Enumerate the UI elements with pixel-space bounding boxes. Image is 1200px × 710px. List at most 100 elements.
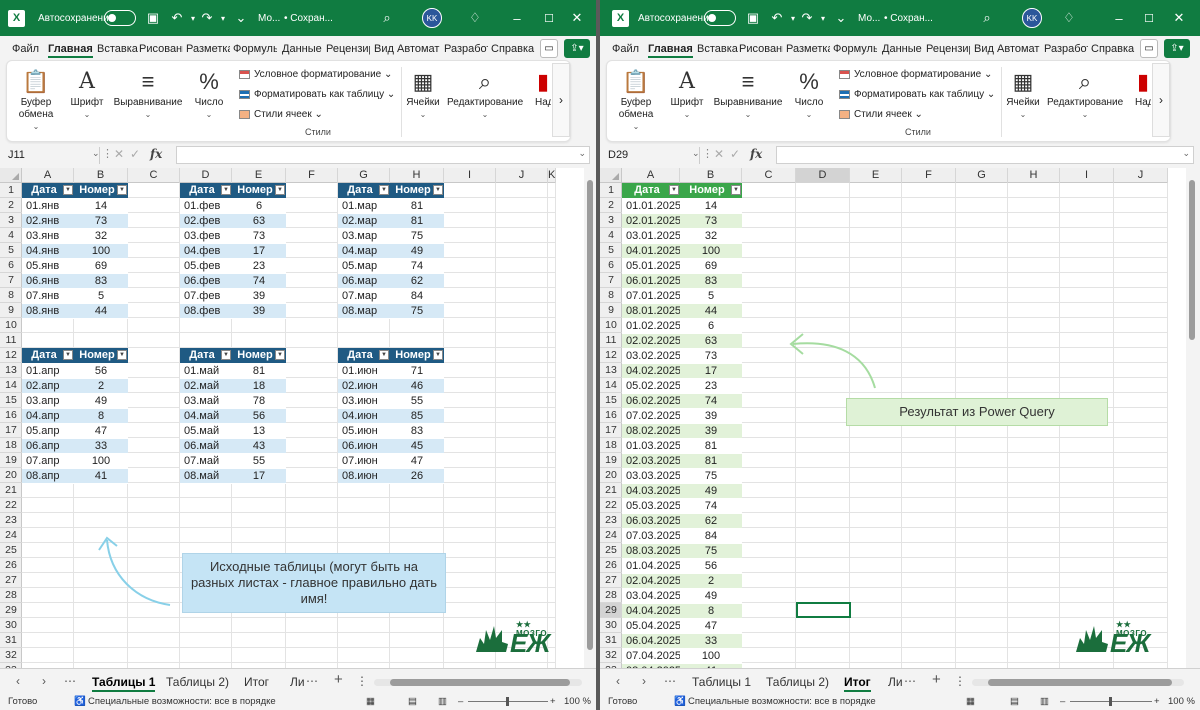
number-cell[interactable]: 100 (74, 453, 128, 469)
addins-group[interactable]: ▮ Над (1135, 61, 1151, 109)
cells-group[interactable]: ▦ Ячейки ⌄ (1003, 61, 1043, 121)
number-cell[interactable]: 44 (680, 303, 742, 319)
date-cell[interactable]: 04.янв (22, 243, 74, 259)
number-cell[interactable]: 5 (74, 288, 128, 304)
filter-dropdown-icon[interactable]: ▼ (117, 350, 127, 360)
column-header-e[interactable]: E (232, 168, 286, 183)
row-header[interactable]: 11 (0, 333, 22, 348)
number-cell[interactable]: 39 (680, 423, 742, 439)
confirm-entry-icon[interactable]: ✓ (130, 147, 140, 161)
tab-formulas[interactable]: Формулы (233, 43, 277, 55)
date-cell[interactable]: 02.01.2025 (622, 213, 680, 229)
row-header[interactable]: 29 (0, 603, 22, 618)
zoom-out-icon[interactable]: – (458, 696, 463, 707)
date-cell[interactable]: 03.янв (22, 228, 74, 244)
date-cell[interactable]: 04.фев (180, 243, 232, 259)
number-cell[interactable]: 81 (680, 438, 742, 454)
page-layout-icon[interactable]: ▤ (1010, 696, 1019, 707)
date-cell[interactable]: 06.янв (22, 273, 74, 289)
tab-automate[interactable]: Автомат (997, 43, 1041, 55)
sheet-tab-result[interactable]: Итог (844, 675, 871, 692)
number-column-header[interactable]: Номер ▼ (390, 183, 444, 199)
lightbulb-icon[interactable]: ♢ (466, 0, 484, 36)
row-header[interactable]: 12 (600, 348, 622, 363)
tab-file[interactable]: Файл (12, 43, 39, 55)
number-cell[interactable]: 81 (680, 453, 742, 469)
date-cell[interactable]: 06.май (180, 438, 232, 454)
excel-table[interactable]: Дата ▼ Номер ▼ 01.01.2025 14 02.01.2025 73 03.01… (622, 183, 742, 668)
date-cell[interactable]: 03.04.2025 (622, 588, 680, 604)
more-sheets-icon[interactable]: ⋯ (64, 674, 76, 688)
tab-home[interactable]: Главная (48, 43, 93, 58)
number-column-header[interactable]: Номер ▼ (390, 348, 444, 364)
search-icon[interactable]: ⌕ (978, 0, 996, 36)
number-column-header[interactable]: Номер ▼ (232, 348, 286, 364)
insert-function-icon[interactable]: fx (750, 147, 762, 161)
number-cell[interactable]: 26 (390, 468, 444, 484)
filter-dropdown-icon[interactable]: ▼ (221, 350, 231, 360)
maximize-icon[interactable]: ☐ (540, 0, 558, 36)
number-cell[interactable]: 17 (680, 363, 742, 379)
ribbon-more-button[interactable]: › (1152, 63, 1170, 137)
save-icon[interactable]: ▣ (144, 0, 162, 36)
alignment-group[interactable]: ≡ Выравнивание ⌄ (711, 61, 785, 121)
horizontal-scrollbar[interactable] (374, 679, 582, 686)
date-cell[interactable]: 03.апр (22, 393, 74, 409)
date-cell[interactable]: 01.фев (180, 198, 232, 214)
date-cell[interactable]: 07.июн (338, 453, 390, 469)
lightbulb-icon[interactable]: ♢ (1060, 0, 1078, 36)
number-cell[interactable]: 83 (74, 273, 128, 289)
number-group[interactable]: % Число ⌄ (189, 61, 229, 121)
expand-formula-bar-icon[interactable]: ⌄ (578, 148, 586, 159)
zoom-out-icon[interactable]: – (1060, 696, 1065, 707)
excel-table[interactable]: Дата ▼ Номер ▼ 01.апр 56 02.апр 2 03.апр 49 04.апр… (22, 348, 128, 484)
row-header[interactable]: 10 (600, 318, 622, 333)
number-cell[interactable]: 69 (680, 258, 742, 274)
sheet-tab-4[interactable]: Ли (290, 675, 305, 689)
date-cell[interactable]: 03.мар (338, 228, 390, 244)
tab-review[interactable]: Рецензир (326, 43, 370, 55)
date-cell[interactable]: 03.июн (338, 393, 390, 409)
share-icon[interactable]: ⇪▾ (564, 39, 590, 58)
column-header-a[interactable]: A (622, 168, 680, 183)
date-cell[interactable]: 08.фев (180, 303, 232, 319)
column-header-f[interactable]: F (902, 168, 956, 183)
zoom-knob[interactable] (1109, 697, 1112, 706)
date-column-header[interactable]: Дата ▼ (180, 183, 232, 199)
addins-group[interactable]: ▮ Над (535, 61, 551, 109)
tab-help[interactable]: Справка (491, 43, 535, 55)
date-cell[interactable]: 01.янв (22, 198, 74, 214)
comments-icon[interactable]: ▭ (540, 39, 558, 58)
number-cell[interactable]: 23 (232, 258, 286, 274)
filter-dropdown-icon[interactable]: ▼ (731, 185, 741, 195)
format-as-table-button[interactable]: Форматировать как таблицу ⌄ (839, 89, 995, 100)
font-group[interactable]: A Шрифт ⌄ (665, 61, 709, 121)
date-cell[interactable]: 08.май (180, 468, 232, 484)
column-header-d[interactable]: D (796, 168, 850, 183)
number-cell[interactable]: 81 (390, 198, 444, 214)
column-header-b[interactable]: B (680, 168, 742, 183)
horizontal-scroll-thumb[interactable] (390, 679, 570, 686)
row-header[interactable]: 19 (0, 453, 22, 468)
file-title[interactable]: Мо... (858, 0, 880, 36)
select-all-button[interactable] (0, 168, 22, 183)
tab-data[interactable]: Данные (882, 43, 922, 55)
number-cell[interactable]: 63 (680, 333, 742, 349)
vertical-scroll-thumb[interactable] (1189, 180, 1195, 340)
tab-data[interactable]: Данные (282, 43, 322, 55)
date-cell[interactable]: 02.02.2025 (622, 333, 680, 349)
column-header-h[interactable]: H (390, 168, 444, 183)
filter-dropdown-icon[interactable]: ▼ (275, 350, 285, 360)
vertical-scroll-thumb[interactable] (587, 180, 593, 650)
row-header[interactable]: 10 (0, 318, 22, 333)
date-cell[interactable]: 07.апр (22, 453, 74, 469)
date-cell[interactable]: 08.янв (22, 303, 74, 319)
tab-developer[interactable]: Разработ (444, 43, 488, 55)
redo-dropdown-icon[interactable]: ▾ (814, 0, 832, 36)
number-cell[interactable]: 75 (680, 468, 742, 484)
date-cell[interactable]: 02.апр (22, 378, 74, 394)
date-cell[interactable]: 02.фев (180, 213, 232, 229)
ribbon-more-button[interactable]: › (552, 63, 570, 137)
tab-view[interactable]: Вид (374, 43, 394, 55)
number-cell[interactable]: 84 (390, 288, 444, 304)
